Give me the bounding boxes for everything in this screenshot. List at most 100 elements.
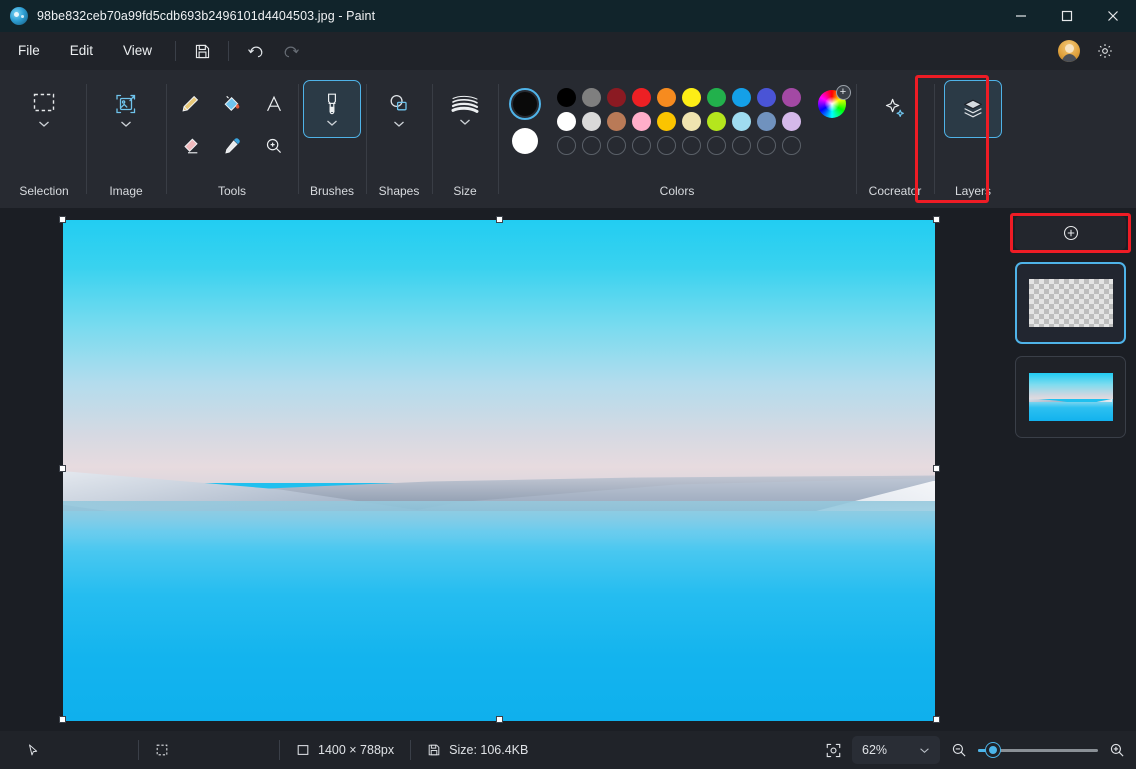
layer-thumbnail-image[interactable] <box>1015 356 1126 438</box>
color-swatch-row1-3[interactable] <box>631 88 651 107</box>
ribbon-group-layers: Layers <box>934 70 1012 208</box>
image-tool-button[interactable] <box>97 80 155 138</box>
ribbon-group-image: Image <box>86 70 166 208</box>
pencil-icon[interactable] <box>170 84 210 124</box>
color-swatch-empty-7[interactable] <box>731 136 751 155</box>
color-swatch-row2-3[interactable] <box>631 112 651 131</box>
color-swatch-row1-7[interactable] <box>731 88 751 107</box>
avatar-icon[interactable] <box>1058 40 1080 62</box>
window-title: 98be832ceb70a99fd5cdb693b2496101d4404503… <box>37 9 376 23</box>
color-swatch-row1-5[interactable] <box>681 88 701 107</box>
color-swatch-row2-6[interactable] <box>706 112 726 131</box>
chevron-down-icon <box>460 119 470 125</box>
color-swatch-empty-3[interactable] <box>631 136 651 155</box>
color-swatch-row2-4[interactable] <box>656 112 676 131</box>
brushes-tool-button[interactable] <box>303 80 361 138</box>
secondary-color-swatch[interactable] <box>511 128 538 154</box>
resize-handle-se[interactable] <box>933 716 940 723</box>
close-button[interactable] <box>1090 0 1136 32</box>
color-swatch-row2-0[interactable] <box>556 112 576 131</box>
color-swatch-empty-8[interactable] <box>756 136 776 155</box>
chevron-down-icon <box>327 120 337 126</box>
zoom-level-select[interactable]: 62% <box>852 736 940 764</box>
zoom-slider-knob[interactable] <box>986 743 1000 757</box>
color-swatch-empty-0[interactable] <box>556 136 576 155</box>
resize-handle-s[interactable] <box>496 716 503 723</box>
zoom-in-icon[interactable] <box>1108 741 1126 759</box>
paint-app-icon <box>10 7 28 25</box>
color-swatch-grid[interactable] <box>555 86 804 157</box>
resize-handle-nw[interactable] <box>59 216 66 223</box>
chevron-down-icon <box>394 121 404 127</box>
primary-color-swatch[interactable] <box>508 88 541 120</box>
color-swatch-row1-8[interactable] <box>756 88 776 107</box>
fit-to-window-icon[interactable] <box>825 742 842 759</box>
color-swatch-row2-2[interactable] <box>606 112 626 131</box>
color-swatch-empty-5[interactable] <box>681 136 701 155</box>
plus-circle-icon <box>1063 225 1078 241</box>
canvas-area[interactable] <box>0 208 1005 731</box>
resize-handle-e[interactable] <box>933 465 940 472</box>
ribbon-toolbar: Selection Image Tools Brushes Shapes Siz… <box>0 70 1136 208</box>
menu-view[interactable]: View <box>109 38 166 64</box>
window-controls <box>998 0 1136 32</box>
color-swatch-row2-7[interactable] <box>731 112 751 131</box>
ribbon-group-brushes: Brushes <box>298 70 366 208</box>
zoom-slider[interactable] <box>978 741 1098 759</box>
color-swatch-row2-1[interactable] <box>581 112 601 131</box>
layers-button[interactable] <box>944 80 1002 138</box>
color-swatch-empty-6[interactable] <box>706 136 726 155</box>
zoom-out-icon[interactable] <box>950 741 968 759</box>
title-bar: 98be832ceb70a99fd5cdb693b2496101d4404503… <box>0 0 1136 32</box>
ribbon-label-shapes: Shapes <box>378 184 420 198</box>
color-swatch-empty-2[interactable] <box>606 136 626 155</box>
add-color-button[interactable]: + <box>835 85 851 100</box>
current-colors <box>508 86 541 154</box>
image-dimensions-cell: 1400 × 788px <box>280 739 410 761</box>
resize-handle-sw[interactable] <box>59 716 66 723</box>
color-swatch-row1-0[interactable] <box>556 88 576 107</box>
resize-handle-w[interactable] <box>59 465 66 472</box>
file-size-text: Size: 106.4KB <box>449 743 529 757</box>
canvas-image[interactable] <box>63 220 935 721</box>
resize-handle-ne[interactable] <box>933 216 940 223</box>
menu-edit[interactable]: Edit <box>56 38 107 64</box>
size-tool-button[interactable] <box>436 80 494 138</box>
eraser-icon[interactable] <box>170 126 210 166</box>
redo-button[interactable] <box>274 36 308 66</box>
minimize-button[interactable] <box>998 0 1044 32</box>
chevron-down-icon <box>39 121 49 127</box>
add-layer-button[interactable] <box>1015 216 1126 250</box>
menu-divider-2 <box>228 41 230 61</box>
maximize-button[interactable] <box>1044 0 1090 32</box>
resize-handle-n[interactable] <box>496 216 503 223</box>
title-bar-left: 98be832ceb70a99fd5cdb693b2496101d4404503… <box>0 7 375 25</box>
menu-file[interactable]: File <box>4 38 54 64</box>
save-disk-icon <box>427 743 441 757</box>
color-swatch-row2-8[interactable] <box>756 112 776 131</box>
undo-button[interactable] <box>238 36 272 66</box>
color-wheel-icon[interactable]: + <box>817 85 851 118</box>
paint-bucket-icon[interactable] <box>212 84 252 124</box>
cocreator-button[interactable] <box>866 80 924 138</box>
zoom-level-value: 62% <box>862 743 888 757</box>
canvas-frame <box>59 216 940 723</box>
shapes-tool-button[interactable] <box>370 80 428 138</box>
eyedropper-icon[interactable] <box>212 126 252 166</box>
settings-button[interactable] <box>1088 36 1122 66</box>
selection-tool-button[interactable] <box>15 80 73 138</box>
color-swatch-row1-9[interactable] <box>781 88 801 107</box>
color-swatch-row1-2[interactable] <box>606 88 626 107</box>
color-swatch-row2-5[interactable] <box>681 112 701 131</box>
text-a-icon[interactable] <box>254 84 294 124</box>
color-swatch-row2-9[interactable] <box>781 112 801 131</box>
color-swatch-row1-4[interactable] <box>656 88 676 107</box>
magnifier-icon[interactable] <box>254 126 294 166</box>
color-swatch-empty-1[interactable] <box>581 136 601 155</box>
layer-thumbnail-transparent[interactable] <box>1015 262 1126 344</box>
save-button[interactable] <box>185 36 219 66</box>
color-swatch-empty-4[interactable] <box>656 136 676 155</box>
color-swatch-empty-9[interactable] <box>781 136 801 155</box>
color-swatch-row1-6[interactable] <box>706 88 726 107</box>
color-swatch-row1-1[interactable] <box>581 88 601 107</box>
